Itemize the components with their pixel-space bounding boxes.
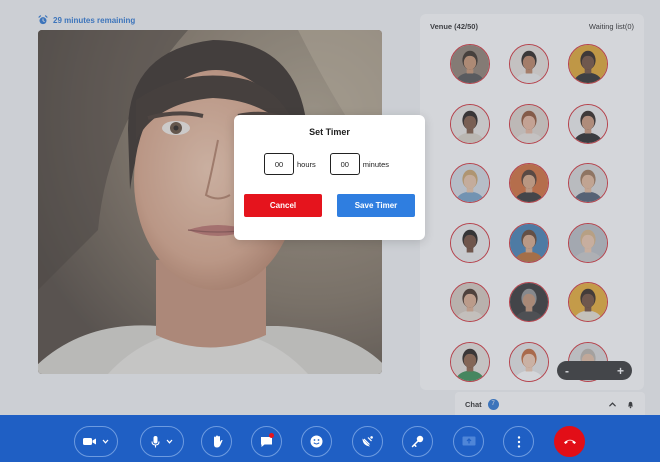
- hours-input[interactable]: [264, 153, 294, 175]
- more-options-button[interactable]: [503, 426, 534, 457]
- emoji-button[interactable]: [301, 426, 332, 457]
- cancel-button[interactable]: Cancel: [244, 194, 322, 217]
- smiley-icon: [310, 435, 323, 448]
- hand-icon: [213, 435, 223, 448]
- video-camera-button[interactable]: [74, 426, 118, 457]
- key-icon: [411, 435, 424, 448]
- microphone-button[interactable]: [140, 426, 184, 457]
- video-camera-icon: [83, 438, 96, 445]
- video-conference-app: 29 minutes remaining Venue (42/50) Waiti…: [0, 0, 660, 462]
- raise-hand-button[interactable]: [201, 426, 232, 457]
- save-timer-button[interactable]: Save Timer: [337, 194, 415, 217]
- satellite-dish-icon: [362, 436, 373, 447]
- hours-label: hours: [297, 159, 316, 169]
- timer-inputs: hours minutes: [264, 153, 389, 175]
- bottom-toolbar: [0, 415, 660, 462]
- hang-up-icon: [563, 439, 576, 444]
- microphone-icon: [151, 435, 160, 447]
- chat-toggle-button[interactable]: [251, 426, 282, 457]
- broadcast-button[interactable]: [352, 426, 383, 457]
- notification-dot: [269, 433, 274, 438]
- minutes-input[interactable]: [329, 153, 360, 175]
- chevron-down-icon: [102, 439, 109, 444]
- share-screen-button[interactable]: [453, 426, 484, 457]
- set-timer-dialog: Set Timer hours minutes Cancel Save Time…: [234, 115, 425, 240]
- more-vertical-icon: [517, 435, 520, 448]
- dialog-title: Set Timer: [309, 127, 350, 137]
- share-screen-icon: [462, 436, 475, 446]
- minutes-label: minutes: [362, 159, 390, 169]
- end-call-button[interactable]: [554, 426, 585, 457]
- key-button[interactable]: [402, 426, 433, 457]
- chevron-down-icon: [166, 439, 173, 444]
